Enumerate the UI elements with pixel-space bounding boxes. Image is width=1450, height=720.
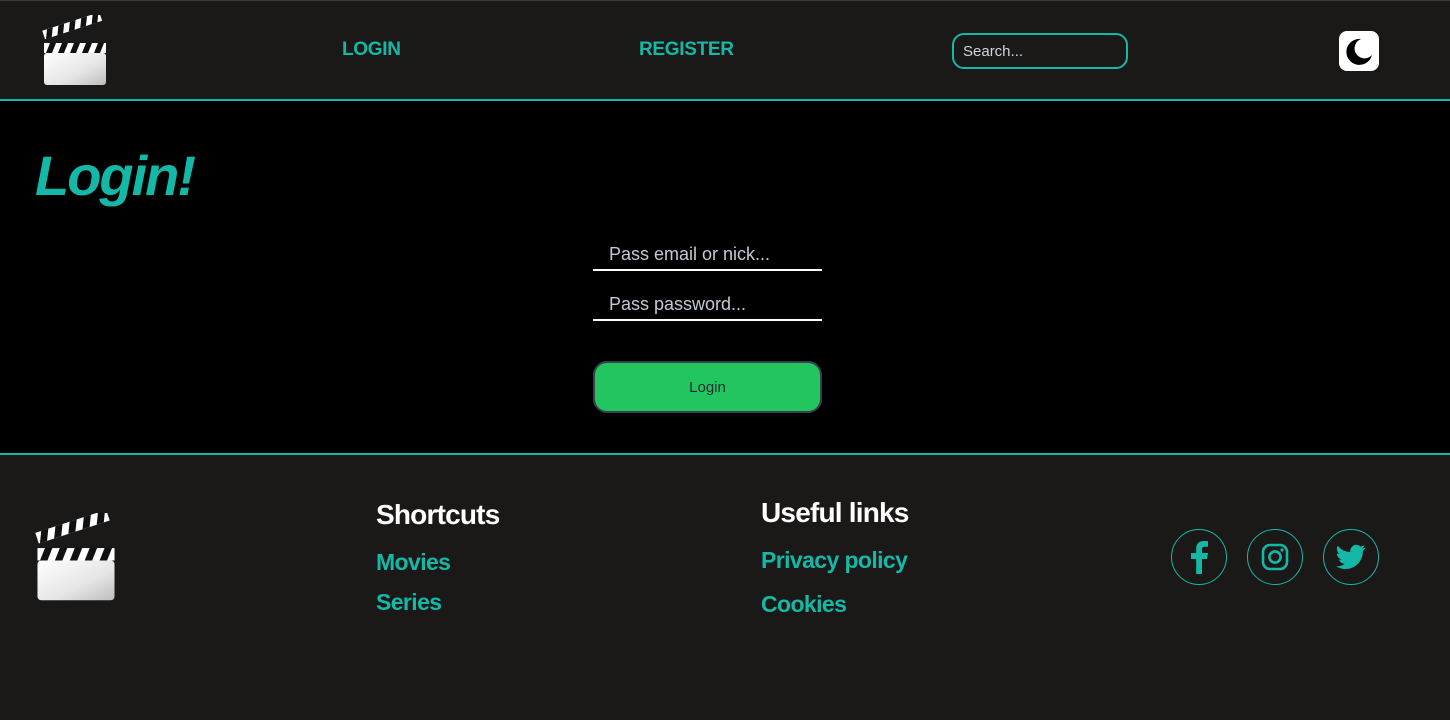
twitter-button[interactable]: [1323, 529, 1379, 585]
site-header: LOGIN REGISTER: [0, 0, 1450, 101]
login-section: Login! Login: [0, 101, 1450, 453]
password-field[interactable]: [593, 289, 822, 321]
nav-login-link[interactable]: LOGIN: [342, 39, 401, 61]
instagram-icon: [1261, 543, 1289, 571]
twitter-icon: [1336, 544, 1366, 569]
footer-link-movies[interactable]: Movies: [376, 549, 451, 576]
site-footer: Shortcuts Movies Series Useful links Pri…: [0, 453, 1450, 720]
shortcuts-heading: Shortcuts: [376, 499, 500, 530]
footer-link-privacy-policy[interactable]: Privacy policy: [761, 547, 908, 574]
search-input[interactable]: [952, 33, 1128, 69]
page-title: Login!: [35, 144, 196, 207]
theme-toggle-button[interactable]: [1339, 31, 1379, 71]
facebook-button[interactable]: [1171, 529, 1227, 585]
facebook-icon: [1191, 541, 1208, 574]
moon-icon: [1346, 38, 1372, 65]
login-button[interactable]: Login: [593, 361, 822, 413]
instagram-button[interactable]: [1247, 529, 1303, 585]
clapperboard-icon[interactable]: [35, 513, 117, 603]
useful-links-heading: Useful links: [761, 497, 909, 528]
nav-register-link[interactable]: REGISTER: [639, 39, 734, 61]
email-field[interactable]: [593, 239, 822, 271]
footer-link-series[interactable]: Series: [376, 589, 442, 616]
clapperboard-icon[interactable]: [42, 15, 108, 87]
footer-link-cookies[interactable]: Cookies: [761, 591, 847, 618]
